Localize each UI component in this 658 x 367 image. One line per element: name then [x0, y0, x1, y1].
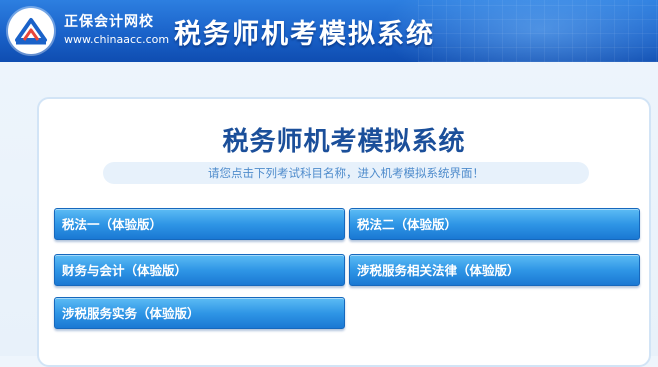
header-pattern: [418, 0, 658, 62]
subject-button-tax-related-law[interactable]: 涉税服务相关法律（体验版）: [349, 254, 640, 286]
instruction-text: 请您点击下列考试科目名称，进入机考模拟系统界面！: [208, 166, 484, 180]
subject-button-tax-practice[interactable]: 涉税服务实务（体验版）: [54, 297, 345, 329]
subject-button-finance-accounting[interactable]: 财务与会计（体验版）: [54, 254, 345, 286]
page-title: 税务师机考模拟系统: [222, 127, 466, 157]
subject-button-tax-law-2[interactable]: 税法二（体验版）: [349, 208, 640, 240]
chinaacc-logo-icon[interactable]: [8, 8, 54, 54]
instruction-bar: 请您点击下列考试科目名称，进入机考模拟系统界面！: [103, 162, 589, 184]
system-title: 税务师机考模拟系统: [174, 19, 435, 50]
brand-url[interactable]: www.chinaacc.com: [64, 33, 169, 46]
brand-name[interactable]: 正保会计网校: [64, 11, 154, 31]
site-header: 正保会计网校 www.chinaacc.com 税务师机考模拟系统: [0, 0, 658, 62]
subject-button-tax-law-1[interactable]: 税法一（体验版）: [54, 208, 345, 240]
exam-panel: 税务师机考模拟系统 请您点击下列考试科目名称，进入机考模拟系统界面！ 税法一（体…: [37, 97, 651, 367]
